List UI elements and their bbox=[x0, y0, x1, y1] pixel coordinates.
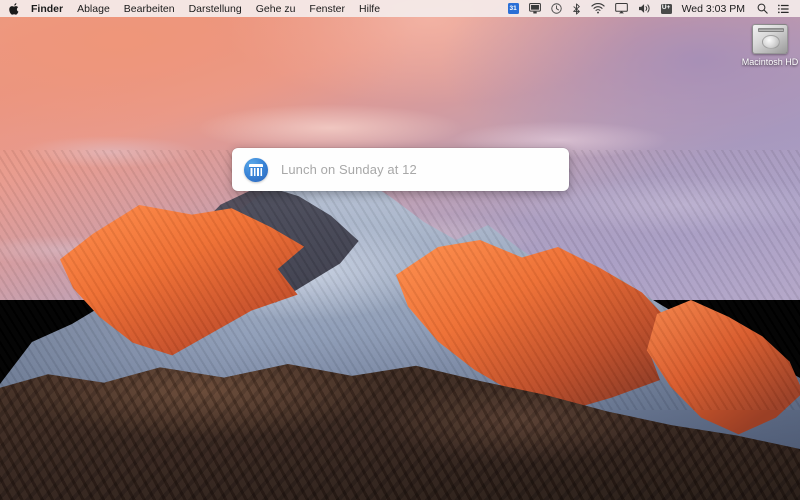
apple-menu-icon[interactable] bbox=[0, 0, 28, 17]
desktop-icon-macintosh-hd[interactable]: Macintosh HD bbox=[742, 24, 798, 67]
volume-status-item[interactable] bbox=[633, 0, 656, 17]
wifi-status-item[interactable] bbox=[586, 0, 610, 17]
quick-entry-text[interactable]: Lunch on Sunday at 12 bbox=[281, 162, 417, 177]
display-status-item[interactable] bbox=[524, 0, 546, 17]
calendar-icon: 31 bbox=[507, 3, 519, 14]
desktop-wallpaper[interactable] bbox=[0, 0, 800, 500]
time-machine-status-item[interactable] bbox=[546, 0, 567, 17]
menu-item-finder[interactable]: Finder bbox=[28, 0, 70, 17]
notification-center-status-item[interactable] bbox=[773, 0, 794, 17]
bluetooth-icon bbox=[572, 2, 580, 15]
clock-icon bbox=[550, 3, 562, 14]
hard-drive-platter bbox=[762, 35, 780, 49]
menu-item-hilfe[interactable]: Hilfe bbox=[352, 0, 387, 17]
bluetooth-status-item[interactable] bbox=[567, 0, 586, 17]
menu-item-bearbeiten[interactable]: Bearbeiten bbox=[117, 0, 182, 17]
display-icon bbox=[528, 3, 541, 14]
calendar-app-icon bbox=[244, 157, 268, 182]
calendar-quick-entry-dialog[interactable]: Lunch on Sunday at 12 bbox=[232, 148, 569, 191]
menu-bar-clock[interactable]: Wed 3:03 PM bbox=[677, 3, 752, 15]
menu-bar: Finder Ablage Bearbeiten Darstellung Geh… bbox=[0, 0, 800, 17]
calendar-status-item[interactable]: 31 bbox=[503, 0, 524, 17]
search-icon bbox=[757, 3, 768, 14]
airplay-status-item[interactable] bbox=[610, 0, 633, 17]
input-source-status-item[interactable]: U+ bbox=[656, 0, 677, 17]
menu-item-darstellung[interactable]: Darstellung bbox=[182, 0, 249, 17]
airplay-icon bbox=[614, 3, 628, 14]
menu-item-fenster[interactable]: Fenster bbox=[302, 0, 352, 17]
hard-drive-icon bbox=[752, 24, 788, 54]
menu-item-gehe-zu[interactable]: Gehe zu bbox=[249, 0, 303, 17]
wifi-icon bbox=[590, 3, 605, 14]
desktop-icon-label: Macintosh HD bbox=[741, 57, 799, 67]
menu-bar-app-menus: Finder Ablage Bearbeiten Darstellung Geh… bbox=[0, 0, 387, 17]
unicode-input-icon: U+ bbox=[660, 3, 672, 14]
menu-bar-status-items: 31 U+ Wed 3:03 PM bbox=[503, 0, 800, 17]
menu-item-ablage[interactable]: Ablage bbox=[70, 0, 117, 17]
spotlight-status-item[interactable] bbox=[752, 0, 773, 17]
volume-icon bbox=[638, 4, 650, 13]
calendar-grid-glyph bbox=[249, 163, 263, 176]
list-icon bbox=[778, 4, 789, 13]
hard-drive-slot bbox=[758, 28, 784, 32]
